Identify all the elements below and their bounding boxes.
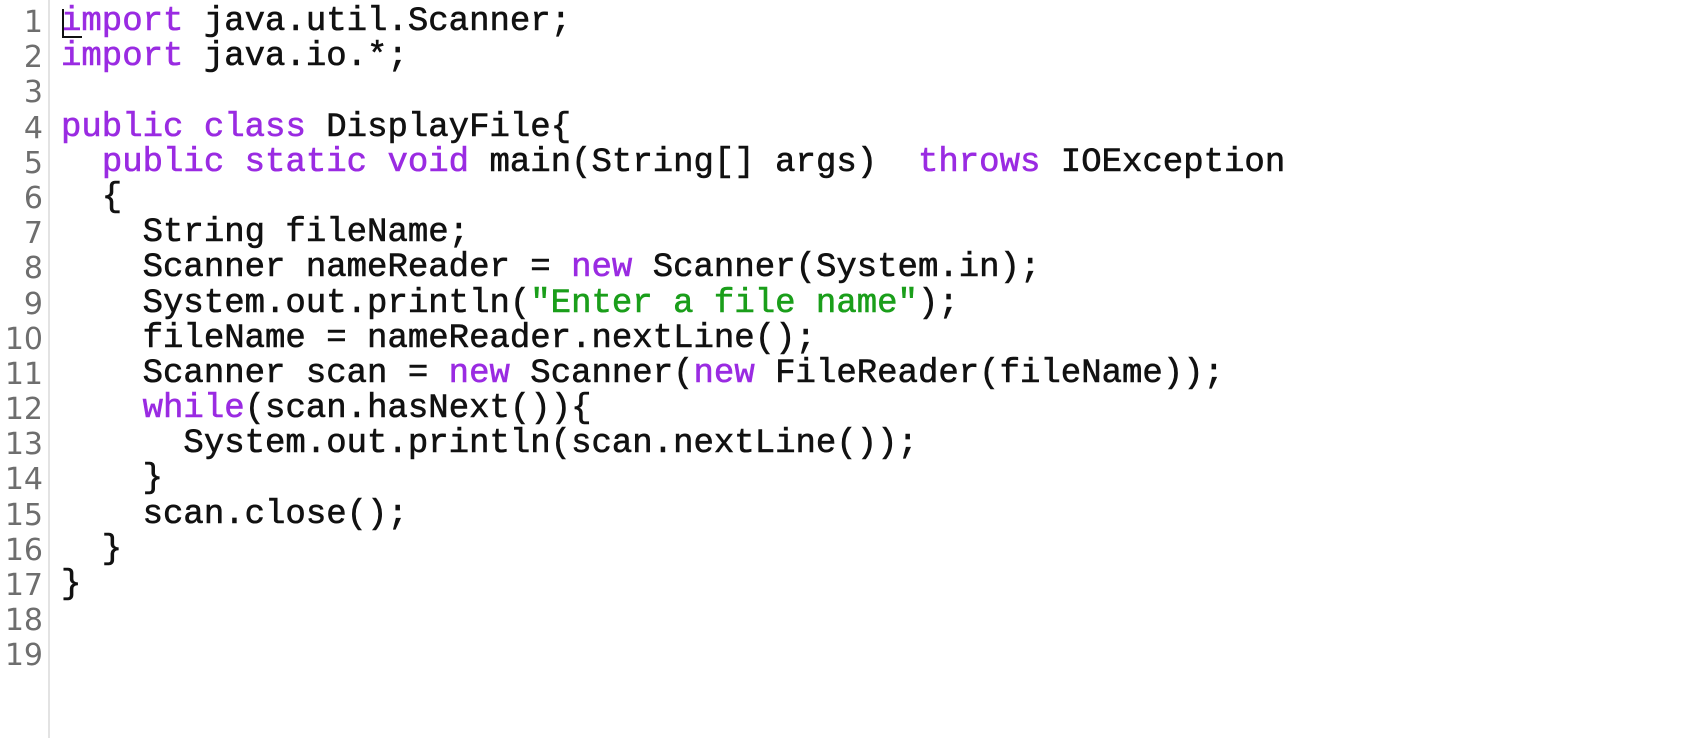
text-token: } — [61, 566, 82, 604]
line-code[interactable]: public static void main(String[] args) t… — [61, 143, 1286, 182]
line-number: 14 — [4, 462, 43, 498]
line-code[interactable]: } — [61, 530, 123, 569]
line-code[interactable]: System.out.println(scan.nextLine()); — [61, 425, 918, 464]
line-number: 18 — [4, 603, 43, 639]
line-code[interactable]: System.out.println("Enter a file name"); — [61, 284, 959, 323]
line-number: 15 — [4, 497, 43, 533]
line-code[interactable]: import java.util.Scanner; — [61, 3, 572, 41]
string-token: "Enter a file name" — [530, 284, 918, 323]
text-token: Scanner( — [509, 354, 694, 393]
text-token: scan.close(); — [61, 495, 408, 534]
keyword-token: while — [142, 390, 245, 429]
keyword-token: public — [61, 108, 184, 147]
line-number: 5 — [23, 145, 43, 181]
line-code[interactable]: public class DisplayFile{ — [61, 108, 572, 147]
text-token: ); — [917, 284, 959, 323]
text-token: Scanner nameReader = — [61, 249, 572, 288]
text-token: java.io.*; — [183, 38, 409, 77]
text-token: java.util.Scanner; — [183, 3, 572, 41]
line-number: 3 — [23, 75, 43, 111]
line-number: 8 — [23, 251, 43, 287]
text-cursor — [62, 9, 82, 38]
line-number: 10 — [4, 321, 43, 357]
line-code[interactable]: fileName = nameReader.nextLine(); — [61, 319, 816, 358]
text-token: { — [61, 178, 123, 217]
line-code[interactable]: Scanner nameReader = new Scanner(System.… — [61, 249, 1041, 288]
keyword-token: static — [244, 143, 368, 182]
text-token: } — [61, 530, 123, 569]
line-code[interactable]: String fileName; — [61, 214, 470, 253]
line-number: 9 — [23, 286, 43, 322]
keyword-token: public — [101, 143, 225, 182]
keyword-token: void — [387, 143, 470, 182]
line-code[interactable]: while(scan.hasNext()){ — [61, 390, 592, 429]
keyword-token: new — [693, 354, 755, 393]
text-token: } — [61, 460, 164, 499]
text-token: IOException — [1040, 143, 1286, 182]
line-number: 4 — [23, 110, 43, 146]
text-token: (scan.hasNext()){ — [244, 390, 592, 429]
line-number: 2 — [23, 40, 43, 76]
keyword-token: new — [448, 354, 510, 393]
text-token: System.out.println(scan.nextLine()); — [61, 425, 918, 464]
line-code[interactable]: } — [61, 566, 82, 604]
line-number: 7 — [23, 216, 43, 252]
text-token: fileName = nameReader.nextLine(); — [61, 319, 816, 358]
line-number: 6 — [23, 180, 43, 216]
line-number: 12 — [4, 392, 43, 428]
line-code[interactable]: scan.close(); — [61, 495, 408, 534]
line-number: 1 — [23, 5, 43, 40]
line-code[interactable]: } — [61, 460, 164, 499]
text-token: main(String[] args) — [469, 143, 918, 182]
text-token: System.out.println( — [61, 284, 531, 323]
line-code[interactable]: Scanner scan = new Scanner(new FileReade… — [61, 354, 1225, 393]
line-number: 13 — [4, 427, 43, 463]
line-number: 17 — [4, 568, 43, 603]
line-code[interactable]: { — [61, 178, 123, 217]
keyword-token: new — [571, 249, 633, 288]
text-token: DisplayFile{ — [305, 108, 572, 147]
text-token: FileReader(fileName)); — [754, 354, 1225, 393]
keyword-token: import — [61, 38, 184, 77]
line-number: 11 — [4, 356, 43, 392]
keyword-token: throws — [917, 143, 1041, 182]
line-code[interactable]: import java.io.*; — [61, 38, 409, 77]
text-token: String fileName; — [61, 214, 470, 253]
code-editor[interactable]: 1 import java.util.Scanner; 2 import java.i… — [0, 0, 1692, 738]
text-token: Scanner scan = — [61, 354, 449, 393]
text-token: Scanner(System.in); — [632, 249, 1041, 288]
keyword-token: class — [203, 108, 307, 147]
line-number: 19 — [4, 638, 43, 674]
line-number: 16 — [4, 532, 43, 568]
